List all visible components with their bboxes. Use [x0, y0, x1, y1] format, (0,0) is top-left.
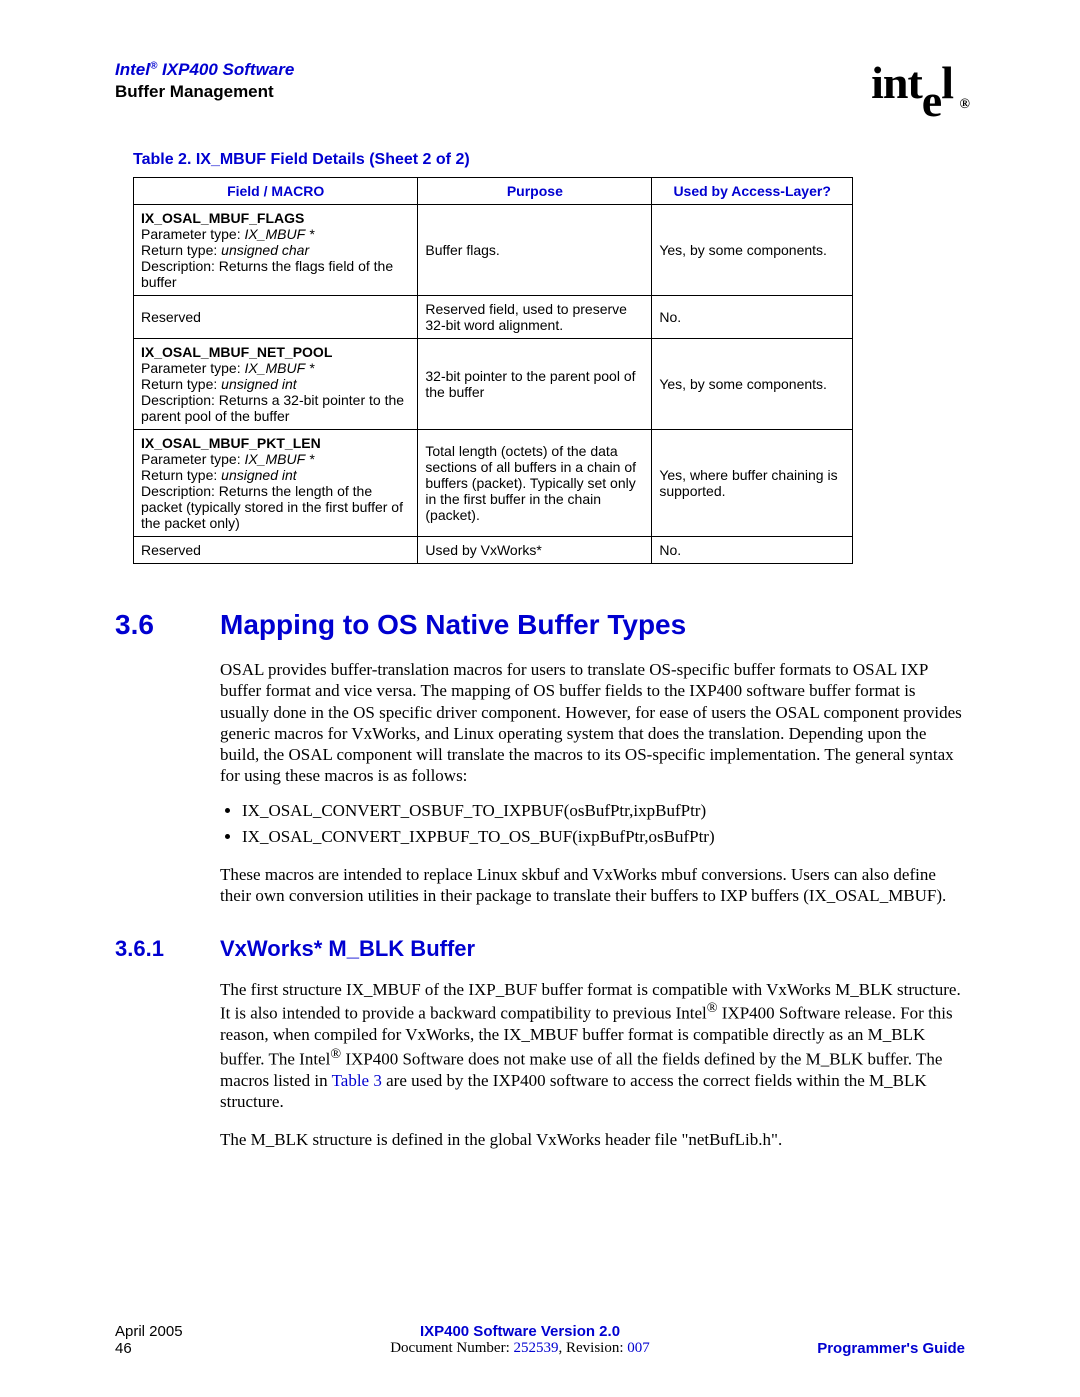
table-row: ReservedUsed by VxWorks*No.	[134, 537, 853, 564]
cell-used: Yes, by some components.	[652, 339, 853, 430]
list-item: IX_OSAL_CONVERT_IXPBUF_TO_OS_BUF(ixpBufP…	[242, 827, 965, 847]
table3-link[interactable]: Table 3	[332, 1071, 382, 1090]
footer-guide: Programmer's Guide	[765, 1340, 965, 1357]
table-header-row: Field / MACRO Purpose Used by Access-Lay…	[134, 178, 853, 205]
table-row: IX_OSAL_MBUF_PKT_LENParameter type: IX_M…	[134, 430, 853, 537]
page-footer: April 2005 46 IXP400 Software Version 2.…	[115, 1323, 965, 1357]
cell-field: IX_OSAL_MBUF_FLAGSParameter type: IX_MBU…	[134, 205, 418, 296]
page-container: Intel® IXP400 Software Buffer Management…	[0, 0, 1080, 1397]
macro-list: IX_OSAL_CONVERT_OSBUF_TO_IXPBUF(osBufPtr…	[220, 801, 965, 847]
section-3-6-1-para2: The M_BLK structure is defined in the gl…	[220, 1129, 965, 1150]
footer-page: 46	[115, 1340, 275, 1357]
p1reg: ®	[707, 1000, 718, 1016]
field-table: Field / MACRO Purpose Used by Access-Lay…	[133, 177, 853, 564]
th-used: Used by Access-Layer?	[652, 178, 853, 205]
p1reg2: ®	[330, 1046, 341, 1062]
cell-purpose: Total length (octets) of the data sectio…	[418, 430, 652, 537]
cell-purpose: Used by VxWorks*	[418, 537, 652, 564]
cell-field: IX_OSAL_MBUF_NET_POOLParameter type: IX_…	[134, 339, 418, 430]
cell-used: No.	[652, 537, 853, 564]
cell-used: No.	[652, 296, 853, 339]
logo-reg: ®	[960, 98, 969, 112]
table-row: ReservedReserved field, used to preserve…	[134, 296, 853, 339]
section-num: 3.6	[115, 609, 220, 641]
footer-version: IXP400 Software Version 2.0	[275, 1323, 765, 1340]
section-3-6-para1: OSAL provides buffer-translation macros …	[220, 659, 965, 787]
section-title: Mapping to OS Native Buffer Types	[220, 609, 686, 641]
cell-field: Reserved	[134, 537, 418, 564]
footer-docnum: 252539	[514, 1340, 559, 1356]
title-prefix: Intel	[115, 60, 150, 79]
table-row: IX_OSAL_MBUF_FLAGSParameter type: IX_MBU…	[134, 205, 853, 296]
section-3-6-1-para1: The first structure IX_MBUF of the IXP_B…	[220, 979, 965, 1112]
table-row: IX_OSAL_MBUF_NET_POOLParameter type: IX_…	[134, 339, 853, 430]
subsection-num: 3.6.1	[115, 936, 220, 962]
header-left: Intel® IXP400 Software Buffer Management	[115, 60, 294, 102]
cell-used: Yes, by some components.	[652, 205, 853, 296]
table-caption: Table 2. IX_MBUF Field Details (Sheet 2 …	[133, 151, 965, 169]
cell-purpose: Buffer flags.	[418, 205, 652, 296]
cell-field: IX_OSAL_MBUF_PKT_LENParameter type: IX_M…	[134, 430, 418, 537]
intel-logo: intel®	[871, 60, 965, 116]
footer-date: April 2005	[115, 1323, 275, 1340]
th-purpose: Purpose	[418, 178, 652, 205]
footer-center: IXP400 Software Version 2.0 Document Num…	[275, 1323, 765, 1357]
footer-left: April 2005 46	[115, 1323, 275, 1357]
th-field: Field / MACRO	[134, 178, 418, 205]
list-item: IX_OSAL_CONVERT_OSBUF_TO_IXPBUF(osBufPtr…	[242, 801, 965, 821]
footer-rev: 007	[627, 1340, 650, 1356]
section-3-6-1-heading: 3.6.1 VxWorks* M_BLK Buffer	[115, 936, 965, 962]
subsection-title: VxWorks* M_BLK Buffer	[220, 936, 475, 962]
title-suffix: IXP400 Software	[157, 60, 294, 79]
cell-purpose: 32-bit pointer to the parent pool of the…	[418, 339, 652, 430]
cell-used: Yes, where buffer chaining is supported.	[652, 430, 853, 537]
f2a: Document Number:	[390, 1340, 513, 1356]
page-header: Intel® IXP400 Software Buffer Management…	[115, 60, 965, 116]
footer-docnum-line: Document Number: 252539, Revision: 007	[275, 1340, 765, 1357]
doc-subtitle: Buffer Management	[115, 82, 294, 102]
doc-title: Intel® IXP400 Software	[115, 60, 294, 80]
section-3-6-para2: These macros are intended to replace Lin…	[220, 864, 965, 907]
cell-purpose: Reserved field, used to preserve 32-bit …	[418, 296, 652, 339]
f2b: , Revision:	[559, 1340, 628, 1356]
section-3-6-heading: 3.6 Mapping to OS Native Buffer Types	[115, 609, 965, 641]
cell-field: Reserved	[134, 296, 418, 339]
